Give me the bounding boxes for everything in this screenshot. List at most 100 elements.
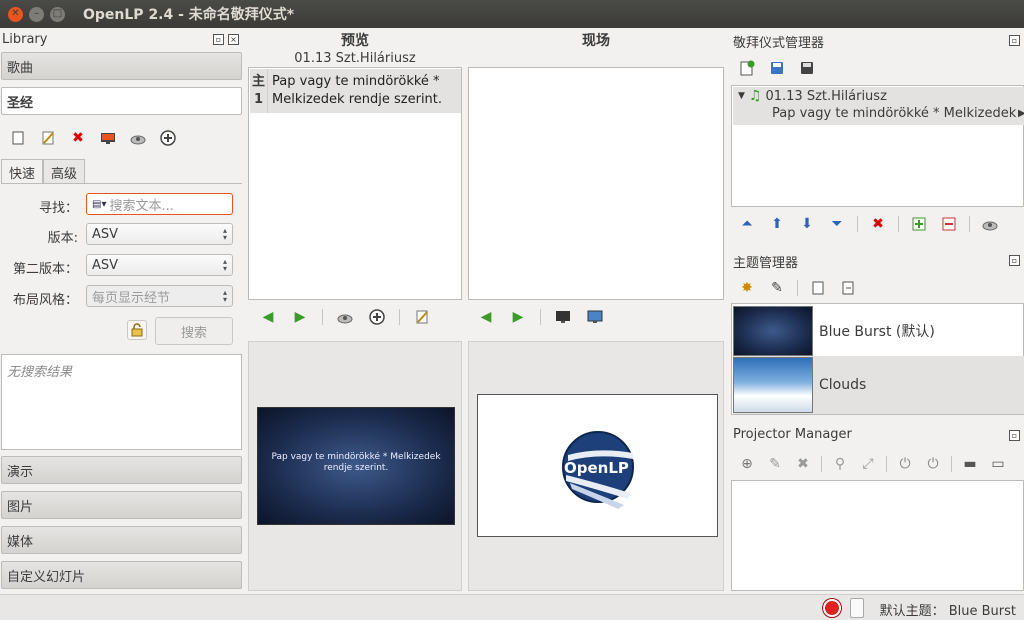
delete-icon[interactable]: ✖ [868,214,888,234]
edit-icon[interactable] [38,128,58,148]
stop-icon[interactable] [823,599,841,617]
preview-slide-row[interactable]: 主 1 Pap vagy te mindörökké * Melkizedek … [250,69,461,113]
second-version-select[interactable]: ASV ▴ ▾ [86,254,233,276]
library-section-images[interactable]: 图片 [1,491,242,519]
blank-projector-icon[interactable]: ▬ [960,454,980,474]
theme-thumbnail [733,306,813,356]
go-live-icon[interactable] [128,128,148,148]
next-slide-icon[interactable]: ▶ [508,307,528,327]
float-panel-icon[interactable]: ▫ [1009,430,1020,441]
close-window-button[interactable]: ✕ [8,6,23,22]
expand-all-icon[interactable] [909,214,929,234]
add-projector-icon[interactable]: ⊕ [737,454,757,474]
blank-screen-icon[interactable] [553,307,573,327]
default-theme-status: 默认主题： Blue Burst [879,604,1016,619]
disconnect-projector-icon[interactable]: ⤢ [858,454,878,474]
collapse-all-icon[interactable] [939,214,959,234]
previous-slide-icon[interactable]: ◀ [258,307,278,327]
spin-arrows-icon: ▴ ▾ [222,257,227,273]
float-panel-icon[interactable]: ▫ [1009,35,1020,46]
scroll-right-icon[interactable]: ▶ [1018,108,1024,119]
preview-icon[interactable] [98,128,118,148]
library-section-media[interactable]: 媒体 [1,526,242,554]
search-input[interactable]: ▤▾ 搜索文本... [86,193,233,215]
library-section-presentations[interactable]: 演示 [1,456,242,484]
tab-quick[interactable]: 快速 [1,159,44,183]
move-up-icon[interactable]: ⬆ [767,214,787,234]
add-to-service-icon[interactable] [158,128,178,148]
edit-icon[interactable] [412,307,432,327]
new-item-icon[interactable] [8,128,28,148]
library-section-custom-slides[interactable]: 自定义幻灯片 [1,561,242,589]
connect-projector-icon[interactable]: ⚲ [830,454,850,474]
openlp-logo-icon: OpenLP [562,431,634,509]
move-to-bottom-icon[interactable]: ⏷ [827,214,847,234]
power-off-icon[interactable]: ⏻ [923,454,943,474]
preview-service-item: 01.13 Szt.Hiláriusz [294,51,416,66]
theme-thumbnail [733,357,813,413]
version-label: 版本: [47,231,78,246]
go-live-icon[interactable] [335,307,355,327]
projector-manager-title: Projector Manager [733,427,852,442]
live-slide-image: OpenLP [477,394,718,537]
expand-arrow-icon[interactable]: ▼ [738,91,745,101]
edit-projector-icon[interactable]: ✎ [765,454,785,474]
move-down-icon[interactable]: ⬇ [797,214,817,234]
close-panel-icon[interactable]: × [228,34,239,45]
previous-slide-icon[interactable]: ◀ [476,307,496,327]
go-live-icon[interactable] [980,214,1000,234]
theme-item-blue-burst[interactable]: Blue Burst (默认) [733,306,1024,356]
search-results: 无搜索结果 [1,354,242,450]
open-service-icon[interactable] [767,58,787,78]
service-item-subtitle: Pap vagy te mindörökké * Melkizedek [772,106,1017,121]
service-manager-title: 敬拜仪式管理器 [733,36,825,51]
live-heading: 现场 [582,33,610,49]
next-slide-icon[interactable]: ▶ [290,307,310,327]
live-slide-list[interactable] [468,67,724,300]
new-service-icon[interactable] [737,58,757,78]
svg-text:OpenLP: OpenLP [564,459,629,477]
new-theme-icon[interactable]: ✸ [737,278,757,298]
float-panel-icon[interactable]: ▫ [213,34,224,45]
tab-advanced[interactable]: 高级 [43,159,86,183]
status-bar: 默认主题： Blue Burst [0,594,1024,620]
spin-arrows-icon: ▴ ▾ [222,226,227,242]
show-desktop-icon[interactable] [585,307,605,327]
preview-slide-image: Pap vagy te mindörökké * Melkizedek rend… [257,407,455,525]
music-note-icon: ♫ [748,88,762,104]
export-theme-icon[interactable] [838,278,858,298]
title-bar: ✕ – □ OpenLP 2.4 - 未命名敬拜仪式* [0,0,1024,28]
float-panel-icon[interactable]: ▫ [1009,255,1020,266]
save-service-icon[interactable] [797,58,817,78]
delete-projector-icon[interactable]: ✖ [793,454,813,474]
verse-tag: 主 1 [250,69,269,113]
verse-text: Pap vagy te mindörökké * Melkizedek rend… [272,74,443,107]
version-select[interactable]: ASV ▴ ▾ [86,223,233,245]
second-version-label: 第二版本： [12,262,78,277]
layout-label: 布局风格： [12,293,78,308]
power-on-icon[interactable]: ⏻ [895,454,915,474]
search-button[interactable]: 搜索 [155,317,233,345]
preview-heading: 预览 [341,33,369,49]
show-projector-icon[interactable]: ▭ [988,454,1008,474]
library-section-songs[interactable]: 歌曲 [1,52,242,80]
delete-icon[interactable]: ✖ [68,128,88,148]
window-title: OpenLP 2.4 - 未命名敬拜仪式* [83,7,295,23]
import-theme-icon[interactable] [808,278,828,298]
library-section-bibles[interactable]: 圣经 [1,87,242,115]
projector-list[interactable] [731,480,1024,591]
progress-icon [850,598,864,618]
minimize-window-button[interactable]: – [29,6,44,22]
maximize-window-button[interactable]: □ [50,6,65,22]
preview-slide-list[interactable]: 主 1 Pap vagy te mindörökké * Melkizedek … [248,67,462,300]
add-to-service-icon[interactable] [367,307,387,327]
edit-theme-icon[interactable]: ✎ [767,278,787,298]
search-type-icon[interactable]: ▤▾ [92,199,106,210]
theme-manager-title: 主题管理器 [733,256,799,271]
layout-select: 每页显示经节 ▴ ▾ [86,285,233,307]
library-title: Library [2,32,48,47]
theme-item-clouds[interactable]: Clouds [733,356,1024,414]
find-label: 寻找： [38,201,78,216]
move-to-top-icon[interactable]: ⏶ [737,214,757,234]
lock-icon[interactable] [127,320,147,340]
